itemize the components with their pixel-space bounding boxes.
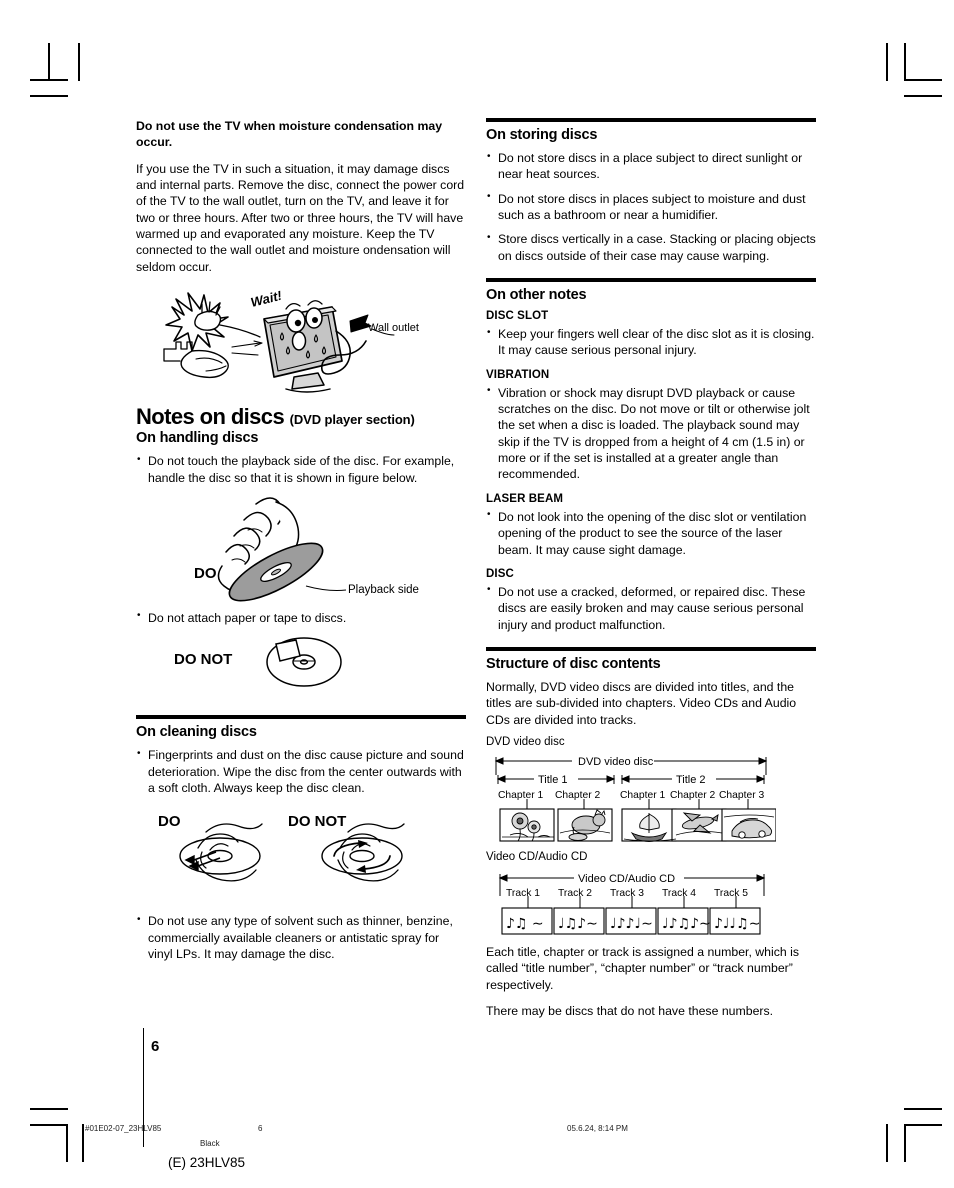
disc-slot-bullet-list: Keep your fingers well clear of the disc…: [486, 326, 816, 359]
track-5-notes: ♪♩♩♫∼: [714, 916, 760, 932]
wait-label: Wait!: [249, 288, 284, 310]
list-item: Do not look into the opening of the disc…: [486, 508, 816, 558]
handling-bullet-list-1: Do not touch the playback side of the di…: [136, 453, 466, 486]
dvd-diagram-svg: DVD video disc DVD video disc Title 1 Ti…: [494, 754, 777, 842]
cleaning-bullet-list-2: Do not use any type of solvent such as t…: [136, 913, 466, 962]
cleaning-discs-heading: On cleaning discs: [136, 724, 257, 741]
list-item: Fingerprints and dust on the disc cause …: [136, 747, 466, 796]
t2-chapter-2-label: Chapter 2: [670, 790, 715, 801]
cd-diagram-svg: Video CD/Audio CD Track 1 Track 2 Track …: [498, 870, 766, 935]
cleaning-svg: DO DO NOT: [158, 813, 405, 882]
right-column: On storing discs Do not store discs in a…: [486, 118, 816, 1029]
handling-discs-heading: On handling discs: [136, 430, 259, 447]
track-5-label: Track 5: [714, 888, 748, 899]
cleaning-bullet-list-1: Fingerprints and dust on the disc cause …: [136, 747, 466, 796]
disc-bullet-list: Do not use a cracked, deformed, or repai…: [486, 583, 816, 633]
footer-timestamp: 05.6.24, 8:14 PM: [567, 1124, 628, 1133]
list-item: Vibration or shock may disrupt DVD playb…: [486, 384, 816, 483]
list-item: Do not use a cracked, deformed, or repai…: [486, 583, 816, 633]
track-4-notes: ♩♪♫♪∼: [662, 916, 711, 932]
disc-slot-heading: DISC SLOT: [486, 310, 549, 323]
section-divider-other-notes: [486, 278, 816, 283]
list-item: Do not store discs in places subject to …: [486, 190, 816, 224]
page-title: Notes on discs (DVD player section): [136, 405, 466, 428]
handling-do-svg: Playback side DO: [194, 497, 419, 602]
t1-chapter-1-label: Chapter 1: [498, 790, 543, 801]
section-divider-cleaning: [136, 715, 466, 720]
section-divider-storing: [486, 118, 816, 122]
footer-model-code: (E) 23HLV85: [168, 1155, 246, 1170]
dvd-span-label-text: DVD video disc: [578, 756, 654, 768]
storing-bullet-list: Do not store discs in a place subject to…: [486, 150, 816, 264]
moisture-warning-lead: Do not use the TV when moisture condensa…: [136, 119, 443, 150]
track-1-label: Track 1: [506, 888, 540, 899]
page-title-main: Notes on discs: [136, 404, 285, 430]
dvd-video-disc-diagram: DVD video disc DVD video disc Title 1 Ti…: [486, 751, 816, 843]
laser-beam-heading: LASER BEAM: [486, 492, 564, 505]
handling-donot-illustration: DO NOT: [136, 634, 466, 699]
structure-heading: Structure of disc contents: [486, 655, 661, 672]
vibration-bullet-list: Vibration or shock may disrupt DVD playb…: [486, 384, 816, 483]
list-item: Keep your fingers well clear of the disc…: [486, 326, 816, 359]
structure-intro: Normally, DVD video discs are divided in…: [486, 679, 797, 727]
playback-side-label: Playback side: [348, 584, 419, 596]
footer-page-number: 6: [258, 1124, 263, 1133]
do-label: DO: [194, 565, 217, 582]
track-3-notes: ♩♪♪♩∼: [610, 916, 653, 932]
footer-color-plate: Black: [200, 1139, 220, 1148]
title-1-label: Title 1: [538, 774, 568, 786]
cleaning-do-not-label: DO NOT: [288, 813, 346, 830]
storing-discs-heading: On storing discs: [486, 127, 598, 143]
title-2-label: Title 2: [676, 774, 706, 786]
section-divider-structure: [486, 646, 816, 651]
page-title-sub: (DVD player section): [289, 412, 415, 428]
disc-heading: DISC: [486, 567, 514, 580]
track-2-label: Track 2: [558, 888, 592, 899]
structure-outro-1: Each title, chapter or track is assigned…: [486, 944, 800, 992]
cleaning-do-label: DO: [158, 813, 181, 830]
handling-donot-svg: DO NOT: [174, 637, 342, 687]
wall-outlet-label: Wall outlet: [368, 322, 419, 334]
list-item: Do not use any type of solvent such as t…: [136, 913, 466, 962]
cd-span-label: Video CD/Audio CD: [578, 873, 675, 885]
laser-beam-bullet-list: Do not look into the opening of the disc…: [486, 508, 816, 558]
do-not-label: DO NOT: [174, 651, 232, 668]
t2-chapter-1-label: Chapter 1: [620, 790, 665, 801]
track-3-label: Track 3: [610, 888, 644, 899]
moisture-warning-body: If you use the TV in such a situation, i…: [136, 161, 465, 274]
page-number: 6: [151, 1038, 160, 1055]
structure-outro-2: There may be discs that do not have thes…: [486, 1003, 774, 1018]
track-1-notes: ♪♫ ∼: [506, 916, 544, 932]
footer-file-code: #01E02-07_23HLV85: [85, 1124, 162, 1133]
track-2-notes: ♩♫♪∼: [558, 916, 598, 932]
dvd-diagram-caption: DVD video disc: [486, 735, 565, 748]
moisture-illustration-svg: Wait! Wall outlet: [163, 288, 419, 393]
left-column: Do not use the TV when moisture condensa…: [136, 118, 466, 970]
handling-do-illustration: Playback side DO: [136, 494, 466, 604]
track-4-label: Track 4: [662, 888, 696, 899]
list-item: Store discs vertically in a case. Stacki…: [486, 231, 816, 264]
other-notes-heading: On other notes: [486, 287, 587, 304]
t2-chapter-3-label: Chapter 3: [719, 790, 764, 801]
list-item: Do not attach paper or tape to discs.: [136, 609, 466, 626]
vibration-heading: VIBRATION: [486, 368, 550, 381]
video-cd-audio-cd-diagram: Video CD/Audio CD Track 1 Track 2 Track …: [486, 866, 816, 936]
moisture-illustration: Wait! Wall outlet: [136, 285, 466, 395]
cleaning-illustration: DO DO NOT: [136, 804, 466, 909]
list-item: Do not store discs in a place subject to…: [486, 150, 816, 183]
list-item: Do not touch the playback side of the di…: [136, 453, 466, 486]
cd-diagram-caption: Video CD/Audio CD: [486, 850, 588, 863]
t1-chapter-2-label: Chapter 2: [555, 790, 600, 801]
handling-bullet-list-2: Do not attach paper or tape to discs.: [136, 609, 466, 626]
